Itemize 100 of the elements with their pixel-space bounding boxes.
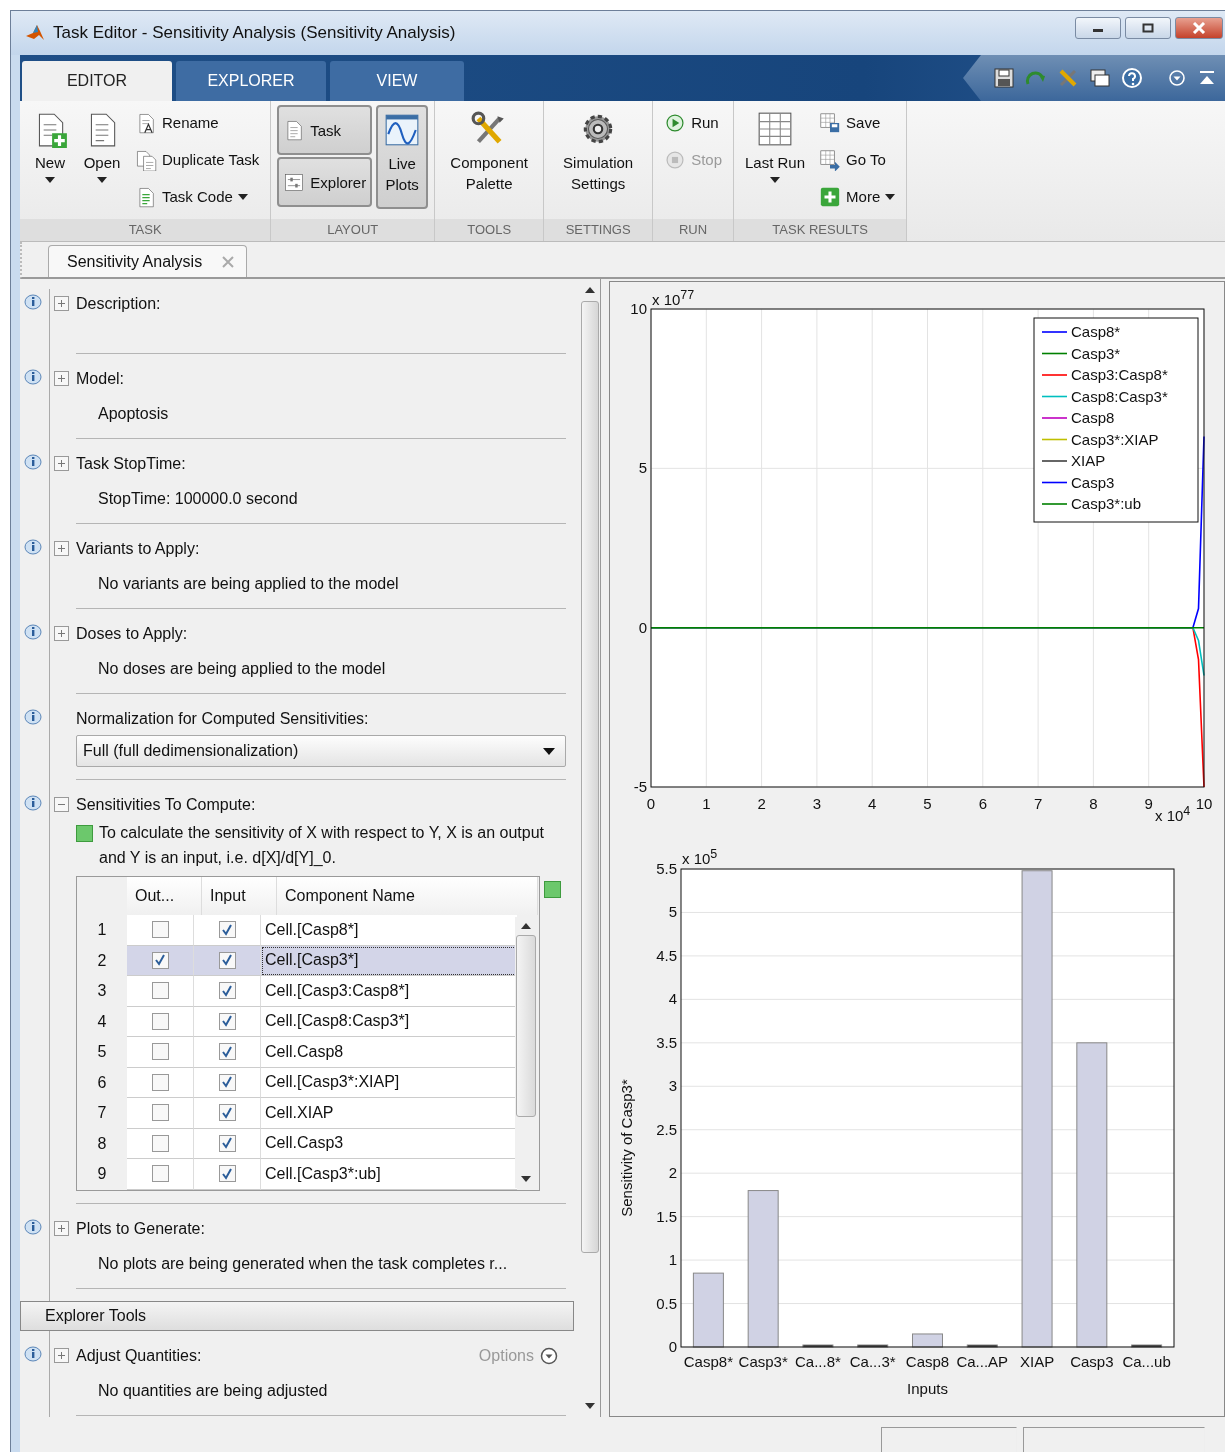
section-text: No quantities are being adjusted [97, 1380, 329, 1401]
row-number: 9 [96, 1164, 108, 1185]
category-label: Casp3* [738, 1353, 788, 1370]
axis-tick-label: 10 [630, 300, 647, 317]
axis-tick-label: 5 [923, 795, 932, 812]
table-cell: Cell.[Casp3*:ub] [261, 1159, 517, 1190]
table-cell: Cell.[Casp8*] [261, 915, 517, 946]
axis-tick-label: 0.5 [656, 1294, 677, 1312]
table-cell: Cell.[Casp3*:XIAP] [261, 1067, 517, 1098]
legend-label: Casp3* [1071, 344, 1121, 362]
axis-tick-label: 4 [868, 795, 877, 812]
ribbon-group-label: SETTINGS [544, 219, 653, 241]
ribbon-group-label: TOOLS [435, 219, 544, 241]
legend-entry: Casp8* [1041, 323, 1121, 340]
section-text: No plots are being generated when the task completes r... [97, 1253, 509, 1274]
axis-tick-label: 1 [668, 1251, 677, 1269]
axis-tick-label: 5 [668, 903, 677, 921]
table-cell: Cell.Casp8 [261, 1037, 517, 1068]
ribbon-group-label: RUN [653, 219, 733, 241]
category-label: Ca...ub [1122, 1353, 1171, 1370]
legend-label: Casp3:Casp8* [1071, 366, 1168, 383]
legend-label: Casp3*:ub [1071, 495, 1142, 512]
axis-tick-label: 7 [1033, 795, 1043, 812]
legend-label: Casp8* [1071, 323, 1121, 340]
axis-tick-label: 1 [702, 795, 711, 812]
axis-tick-label: 9 [1144, 795, 1153, 812]
legend-label: Casp8:Casp3* [1071, 387, 1168, 405]
y-axis-title: Sensitivity of Casp3* [618, 1079, 635, 1217]
section-title: Task StopTime: [76, 455, 186, 473]
axis-tick-label: 1.5 [656, 1207, 677, 1225]
legend-entry: Casp3 [1041, 473, 1115, 491]
axis-tick-label: 3.5 [656, 1033, 677, 1051]
axis-multiplier: x 10$^{4}$ [1155, 804, 1191, 824]
table-cell: Cell.[Casp3*] [261, 945, 517, 976]
legend-label: Casp3*:XIAP [1071, 430, 1159, 448]
section-title: Model: [76, 370, 125, 388]
x-axis-title: Inputs [907, 1380, 948, 1397]
legend-label: Casp8 [1071, 409, 1115, 426]
axis-tick-label: 0 [668, 1338, 677, 1355]
axis-tick-label: 4.5 [656, 946, 677, 964]
axis-tick-label: 10 [1195, 795, 1213, 812]
section-title: Normalization for Computed Sensitivities: [76, 710, 369, 728]
legend-label: XIAP [1071, 452, 1106, 469]
legend-entry: Casp3*:XIAP [1041, 430, 1159, 448]
row-number: 8 [96, 1133, 108, 1154]
ribbon-group-label: TASK [20, 219, 271, 241]
category-label: Ca...3* [849, 1353, 896, 1370]
axis-tick-label: 3 [668, 1077, 677, 1095]
section-title: Sensitivities To Compute: [76, 796, 256, 814]
legend-entry: Casp8:Casp3* [1041, 387, 1168, 405]
table-cell: Cell.Casp3 [261, 1128, 517, 1159]
legend-entry: XIAP [1041, 452, 1106, 469]
window-title: Task Editor - Sensitivity Analysis (Sensitivity Analysis) [53, 23, 456, 43]
axis-tick-label: 5 [638, 459, 647, 477]
category-label: Casp8* [683, 1353, 733, 1370]
axis-tick-label: 2 [668, 1164, 677, 1182]
axis-tick-label: 2.5 [656, 1120, 677, 1138]
axis-tick-label: 4 [668, 990, 677, 1008]
section-title: Doses to Apply: [76, 625, 188, 643]
legend-entry: Casp3* [1041, 344, 1121, 362]
legend-entry: Casp3:Casp8* [1041, 366, 1168, 383]
axis-tick-label: 3 [812, 795, 822, 812]
section-text: No variants are being applied to the model [97, 574, 400, 594]
table-cell: Cell.[Casp8:Casp3*] [261, 1006, 517, 1037]
section-text: Apoptosis [97, 404, 170, 424]
section-title: Adjust Quantities: [76, 1346, 202, 1365]
row-number: 5 [96, 1042, 108, 1063]
row-number: 1 [96, 920, 108, 941]
explorer-tools-header: Explorer Tools [20, 1300, 574, 1331]
ribbon-group-label: LAYOUT [271, 219, 435, 241]
axis-tick-label: 6 [978, 795, 987, 812]
row-number: 6 [96, 1072, 108, 1093]
row-number: 4 [96, 1011, 108, 1032]
category-label: Ca...8* [795, 1353, 841, 1370]
section-text: StopTime: 100000.0 second [97, 489, 299, 509]
axis-multiplier: x 10$^{5}$ [682, 847, 718, 867]
instruction-text: To calculate the sensitivity of X with respect to Y, X is an output and Y is an input, i.e. d[X]/d[Y]_0. [99, 823, 545, 868]
table-cell: Cell.XIAP [261, 1098, 517, 1129]
axis-tick-label: 5.5 [656, 860, 677, 877]
legend-label: Casp3 [1071, 473, 1115, 491]
table-cell: Cell.[Casp3:Casp8*] [261, 976, 517, 1007]
axis-tick-label: 2 [757, 795, 766, 812]
section-text: No doses are being applied to the model [97, 659, 387, 679]
legend-entry: Casp8 [1041, 409, 1115, 426]
axis-tick-label: -5 [633, 778, 647, 795]
axis-multiplier: x 10$^{77}$ [652, 288, 695, 308]
category-label: Ca...AP [956, 1353, 1009, 1370]
section-title: Description: [76, 295, 161, 313]
row-number: 7 [96, 1103, 108, 1124]
category-label: Casp3 [1070, 1353, 1114, 1370]
category-label: Casp8 [905, 1353, 950, 1370]
axis-tick-label: 0 [638, 618, 647, 636]
ribbon-group-label: TASK RESULTS [734, 219, 907, 241]
category-label: XIAP [1019, 1353, 1055, 1370]
axis-tick-label: 8 [1089, 795, 1098, 812]
axis-tick-label: 0 [646, 795, 656, 812]
legend-entry: Casp3*:ub [1041, 495, 1142, 512]
section-title: Plots to Generate: [76, 1219, 205, 1238]
section-title: Variants to Apply: [76, 540, 200, 558]
row-number: 3 [96, 981, 108, 1002]
